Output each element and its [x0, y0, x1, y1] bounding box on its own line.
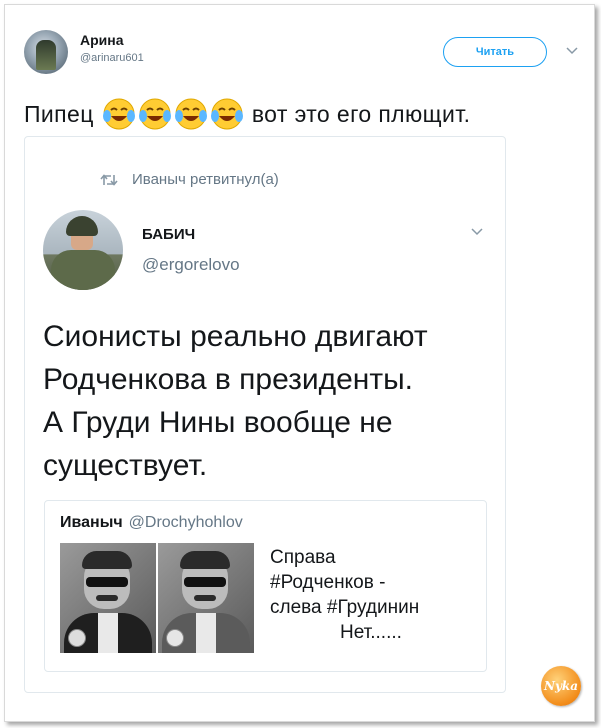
quoted-user-name[interactable]: Иваныч — [60, 514, 123, 531]
face-sticker-icon — [166, 629, 184, 647]
user-name[interactable]: Арина — [80, 32, 124, 48]
photo-shirt — [98, 613, 118, 653]
inner-tweet-line: А Груди Нины вообще не — [43, 406, 393, 439]
follow-button[interactable]: Читать — [443, 37, 547, 67]
inner-user-avatar[interactable] — [43, 210, 123, 290]
laughing-crying-emoji-icon — [138, 98, 171, 130]
inner-user-handle[interactable]: @ergorelovo — [142, 255, 240, 275]
inner-tweet-line: Родченкова в президенты. — [43, 363, 414, 396]
photo-shirt — [196, 613, 216, 653]
retweet-indicator: Иваныч ретвитнул(а) — [100, 171, 279, 188]
laughing-crying-emoji-icon — [102, 98, 135, 130]
laughing-crying-emoji-icon — [210, 98, 243, 130]
quoted-tweet-line: слева #Грудинин — [270, 597, 420, 618]
avatar-body — [51, 250, 115, 290]
laughing-crying-emoji-icon — [174, 98, 207, 130]
watermark-logo: Nyka — [541, 666, 581, 706]
quoted-tweet-header: Иваныч @Drochyhohlov — [60, 514, 243, 532]
face-sticker-icon — [68, 629, 86, 647]
user-avatar[interactable] — [24, 30, 68, 74]
photo-mustache — [96, 595, 118, 601]
emoji-group — [102, 97, 244, 131]
quoted-tweet-line: Нет...... — [340, 622, 402, 643]
quoted-photo-right[interactable] — [158, 543, 254, 653]
retweet-label[interactable]: Иваныч ретвитнул(а) — [132, 171, 279, 188]
quoted-tweet-text: Справа #Родченков - слева #Грудинин Нет.… — [270, 545, 470, 645]
quoted-tweet-line: #Родченков - — [270, 572, 386, 593]
chevron-down-icon[interactable] — [565, 44, 579, 58]
inner-tweet-line: Сионисты реально двигают — [43, 320, 428, 353]
tweet-text-before: Пипец — [24, 100, 94, 127]
photo-glasses — [184, 577, 226, 587]
inner-tweet-line: существует. — [43, 449, 208, 482]
avatar-helmet — [66, 216, 98, 236]
avatar-figure — [36, 40, 56, 70]
chevron-down-icon[interactable] — [470, 225, 484, 239]
tweet-text-after: вот это его плющит. — [251, 100, 471, 127]
photo-glasses — [86, 577, 128, 587]
quoted-user-handle[interactable]: @Drochyhohlov — [129, 514, 243, 531]
photo-mustache — [194, 595, 216, 601]
retweet-icon — [100, 173, 118, 186]
photo-hair — [180, 551, 230, 569]
inner-user-name[interactable]: БАБИЧ — [142, 226, 195, 243]
inner-tweet-text: Сионисты реально двигают Родченкова в пр… — [43, 315, 483, 487]
quoted-tweet-line: Справа — [270, 547, 336, 568]
watermark-text: Nyka — [543, 679, 579, 693]
quoted-photo-left[interactable] — [60, 543, 156, 653]
tweet-text: Пипец вот это его плющит. — [24, 97, 470, 131]
photo-hair — [82, 551, 132, 569]
user-handle[interactable]: @arinaru601 — [80, 52, 144, 64]
